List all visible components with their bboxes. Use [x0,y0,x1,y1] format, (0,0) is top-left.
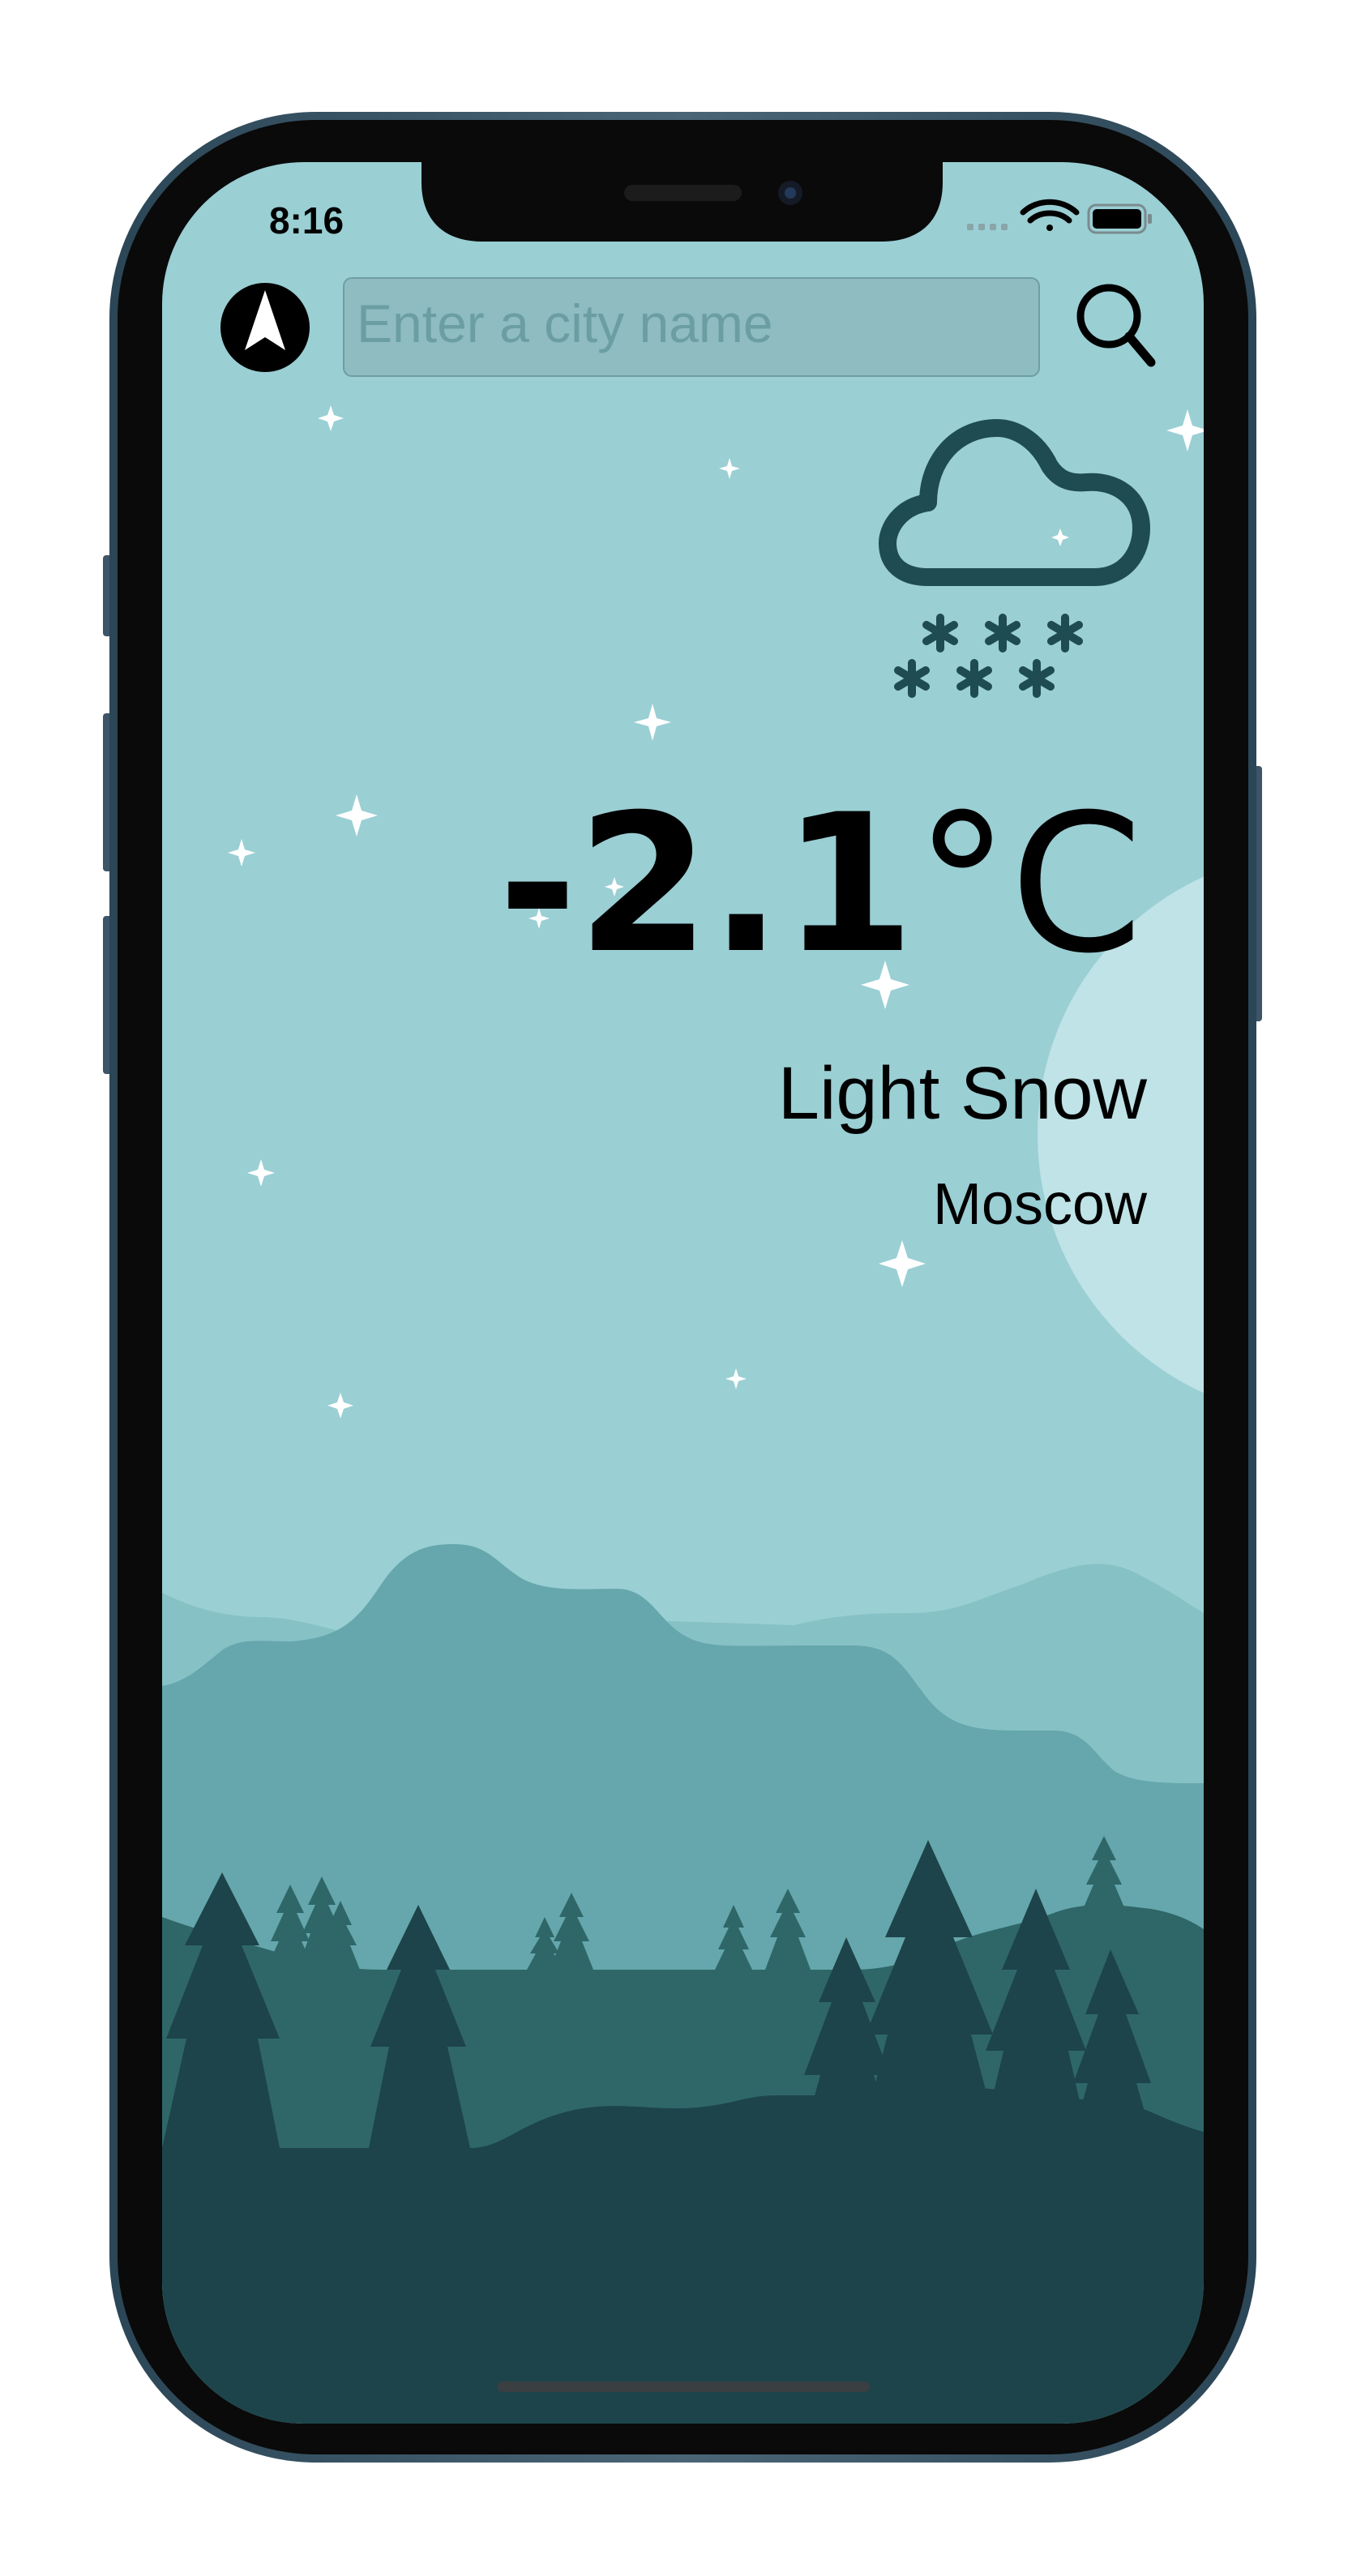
speaker-grille [624,185,742,201]
temperature-unit: °C [914,774,1143,995]
temperature: -2.1°C [499,774,1143,995]
screen [162,162,1204,2424]
location-arrow-icon[interactable] [220,283,310,372]
weather-condition: Light Snow [778,1052,1148,1135]
city-name: Moscow [933,1172,1148,1237]
status-time: 8:16 [269,199,344,242]
temperature-value: -2.1 [499,774,915,995]
phone-mockup: 8:16 Enter a city name -2.1°C Light Snow… [103,112,1262,2463]
notch [421,162,943,242]
search-input[interactable]: Enter a city name [357,293,773,353]
home-indicator [497,2381,870,2392]
camera-lens [785,187,796,199]
